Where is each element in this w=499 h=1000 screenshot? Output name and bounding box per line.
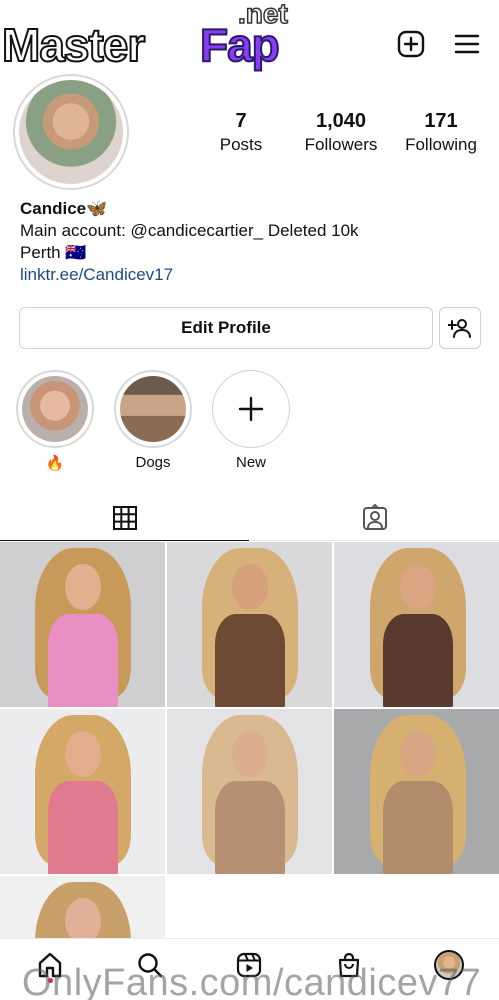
profile-avatar[interactable] bbox=[13, 74, 129, 190]
post-figure-face bbox=[231, 564, 268, 610]
header-actions bbox=[397, 30, 481, 58]
post-figure-face bbox=[64, 731, 101, 777]
add-person-icon bbox=[448, 319, 471, 338]
story-highlights: 🔥 Dogs New bbox=[16, 370, 499, 480]
hamburger-menu-icon[interactable] bbox=[453, 30, 481, 58]
post-figure-face bbox=[399, 731, 436, 777]
post-thumbnail[interactable] bbox=[0, 542, 165, 707]
tab-posts-grid[interactable] bbox=[0, 495, 249, 541]
highlight-cover bbox=[16, 370, 94, 448]
profile-tabs bbox=[0, 495, 499, 541]
watermark-brand-suffix: .net bbox=[237, 0, 288, 30]
stat-following-label: Following bbox=[405, 135, 477, 154]
stat-posts[interactable]: 7 Posts bbox=[191, 110, 291, 155]
highlight-new[interactable]: New bbox=[212, 370, 290, 480]
bio-link[interactable]: linktr.ee/Candicev17 bbox=[20, 264, 480, 286]
post-figure-outfit bbox=[382, 781, 453, 874]
highlight-label: Dogs bbox=[135, 454, 171, 471]
highlight-dogs[interactable]: Dogs bbox=[114, 370, 192, 480]
highlight-label: 🔥 bbox=[45, 455, 65, 472]
profile-name: Candice🦋 bbox=[20, 199, 108, 218]
stat-followers-label: Followers bbox=[304, 135, 378, 154]
post-figure-outfit bbox=[47, 781, 118, 874]
tab-tagged[interactable] bbox=[250, 495, 499, 541]
stat-followers[interactable]: 1,040 Followers bbox=[291, 110, 391, 155]
stat-posts-count: 7 bbox=[235, 110, 247, 132]
profile-actions: Edit Profile bbox=[19, 307, 481, 349]
stat-posts-label: Posts bbox=[219, 135, 263, 154]
plus-icon bbox=[238, 396, 264, 422]
post-figure-face bbox=[64, 564, 101, 610]
post-thumbnail[interactable] bbox=[167, 709, 332, 874]
highlight-image bbox=[120, 376, 186, 442]
post-figure-outfit bbox=[382, 614, 453, 707]
grid-icon bbox=[112, 505, 137, 530]
plus-square-icon[interactable] bbox=[397, 30, 425, 58]
highlight-cover bbox=[114, 370, 192, 448]
post-figure-face bbox=[231, 731, 268, 777]
post-figure-outfit bbox=[47, 614, 118, 707]
posts-grid bbox=[0, 542, 499, 1000]
profile-bio: Candice🦋 Main account: @candicecartier_ … bbox=[20, 198, 480, 286]
profile-photo bbox=[19, 80, 123, 184]
watermark-footer: OnlyFans.com/candicev77 bbox=[22, 962, 482, 1000]
stat-followers-count: 1,040 bbox=[315, 110, 367, 132]
tagged-person-icon bbox=[362, 503, 387, 530]
post-figure-face bbox=[399, 564, 436, 610]
stat-following-count: 171 bbox=[424, 110, 458, 132]
new-highlight-button[interactable] bbox=[212, 370, 290, 448]
edit-profile-button[interactable]: Edit Profile bbox=[19, 307, 433, 349]
stat-following[interactable]: 171 Following bbox=[391, 110, 491, 155]
profile-stats: 7 Posts 1,040 Followers 171 Following bbox=[191, 110, 491, 155]
highlight-label: New bbox=[235, 454, 266, 471]
post-thumbnail[interactable] bbox=[0, 709, 165, 874]
post-thumbnail[interactable] bbox=[167, 542, 332, 707]
profile-header: 7 Posts 1,040 Followers 171 Following bbox=[13, 74, 499, 192]
discover-people-button[interactable] bbox=[439, 307, 481, 349]
highlight-image bbox=[22, 376, 88, 442]
bio-line-account: Main account: @candicecartier_ Deleted 1… bbox=[20, 221, 359, 240]
highlight-fire[interactable]: 🔥 bbox=[16, 370, 94, 480]
watermark-brand-left: Master bbox=[1, 18, 146, 72]
post-figure-outfit bbox=[214, 781, 285, 874]
post-thumbnail[interactable] bbox=[334, 542, 499, 707]
bio-line-location: Perth 🇦🇺 bbox=[20, 243, 87, 262]
post-figure-outfit bbox=[214, 614, 285, 707]
post-thumbnail[interactable] bbox=[334, 709, 499, 874]
